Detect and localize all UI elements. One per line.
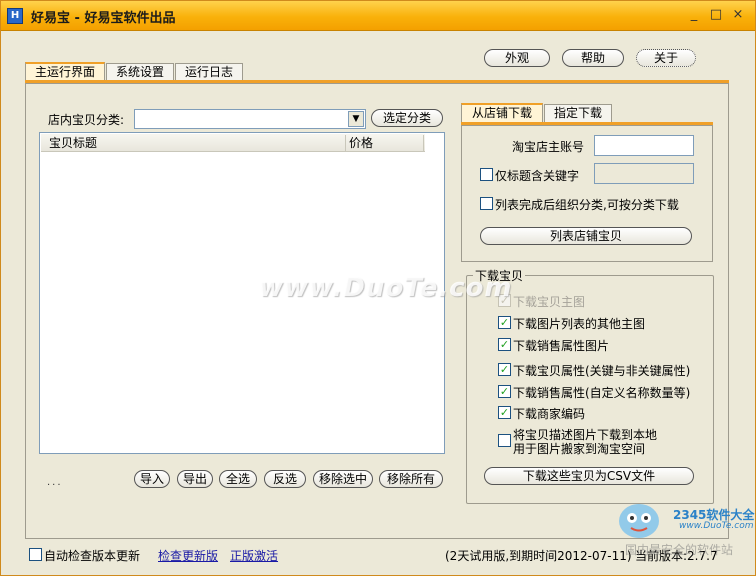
tab-log[interactable]: 运行日志: [175, 63, 243, 81]
site-slogan: 国内最安全的软件站: [625, 543, 734, 557]
item-attrs-label: 下载宝贝属性(关键与非关键属性): [513, 364, 691, 378]
category-select[interactable]: ▼: [134, 109, 366, 129]
account-label: 淘宝店主账号: [512, 140, 585, 154]
category-label: 店内宝贝分类:: [48, 113, 125, 127]
appearance-button[interactable]: 外观: [484, 49, 550, 67]
minimize-icon[interactable]: _: [687, 8, 701, 22]
site-url: www.DuoTe.com: [679, 521, 754, 531]
keyword-input[interactable]: [594, 163, 694, 184]
import-button[interactable]: 导入: [134, 470, 170, 488]
check-update-link[interactable]: 检查更新版: [158, 547, 218, 564]
app-window: H 好易宝 - 好易宝软件出品 _ □ × 外观 帮助 关于 主运行界面 系统设…: [0, 0, 756, 576]
maximize-icon[interactable]: □: [709, 8, 723, 22]
download-csv-button[interactable]: 下载这些宝贝为CSV文件: [484, 467, 694, 485]
window-title: 好易宝 - 好易宝软件出品: [31, 11, 176, 26]
sale-attr-images-checkbox[interactable]: ✓: [498, 338, 511, 351]
merchant-code-label: 下载商家编码: [513, 407, 586, 421]
merchant-code-checkbox[interactable]: ✓: [498, 406, 511, 419]
account-input[interactable]: [594, 135, 694, 156]
column-price[interactable]: 价格: [349, 135, 373, 151]
organize-checkbox-label: 列表完成后组织分类,可按分类下载: [495, 198, 679, 212]
title-bar[interactable]: H 好易宝 - 好易宝软件出品 _ □ ×: [1, 1, 755, 31]
mascot-icon: [619, 504, 659, 538]
tab-shop-download[interactable]: 从店铺下载: [461, 103, 543, 122]
status-dots: ...: [47, 477, 63, 488]
remove-selected-button[interactable]: 移除选中: [313, 470, 373, 488]
activate-link[interactable]: 正版激活: [230, 547, 278, 564]
list-shop-items-button[interactable]: 列表店铺宝贝: [480, 227, 692, 245]
column-title[interactable]: 宝贝标题: [49, 135, 97, 151]
tab-main[interactable]: 主运行界面: [25, 62, 105, 81]
select-category-button[interactable]: 选定分类: [371, 109, 443, 127]
remove-all-button[interactable]: 移除所有: [379, 470, 443, 488]
column-divider[interactable]: [345, 135, 346, 151]
sale-attrs-checkbox[interactable]: ✓: [498, 385, 511, 398]
auto-check-label: 自动检查版本更新: [44, 549, 141, 563]
other-images-checkbox[interactable]: ✓: [498, 316, 511, 329]
desc-images-checkbox[interactable]: [498, 434, 511, 447]
sale-attr-images-label: 下载销售属性图片: [513, 339, 610, 353]
help-button[interactable]: 帮助: [562, 49, 624, 67]
watermark: www.DuoTe.com: [259, 273, 513, 303]
item-attrs-checkbox[interactable]: ✓: [498, 363, 511, 376]
invert-selection-button[interactable]: 反选: [264, 470, 306, 488]
sale-attrs-label: 下载销售属性(自定义名称数量等): [513, 386, 691, 400]
select-all-button[interactable]: 全选: [219, 470, 257, 488]
trial-status: (2天试用版,到期时间2012-07-11): [445, 549, 632, 563]
tab-specified-download[interactable]: 指定下载: [544, 104, 612, 122]
keyword-checkbox[interactable]: [480, 168, 493, 181]
desc-images-label-line2: 用于图片搬家到淘宝空间: [513, 442, 646, 456]
chevron-down-icon[interactable]: ▼: [348, 111, 364, 127]
main-image-label: 下载宝贝主图: [513, 295, 586, 309]
export-button[interactable]: 导出: [177, 470, 213, 488]
column-divider[interactable]: [423, 135, 424, 151]
auto-check-checkbox[interactable]: [29, 548, 42, 561]
tab-settings[interactable]: 系统设置: [106, 63, 174, 81]
list-header: 宝贝标题 价格: [41, 134, 425, 152]
close-icon[interactable]: ×: [731, 8, 745, 22]
app-icon: H: [7, 8, 23, 24]
other-images-label: 下载图片列表的其他主图: [513, 317, 646, 331]
organize-checkbox[interactable]: [480, 197, 493, 210]
keyword-checkbox-label: 仅标题含关键字: [495, 169, 580, 183]
about-button[interactable]: 关于: [636, 49, 696, 67]
